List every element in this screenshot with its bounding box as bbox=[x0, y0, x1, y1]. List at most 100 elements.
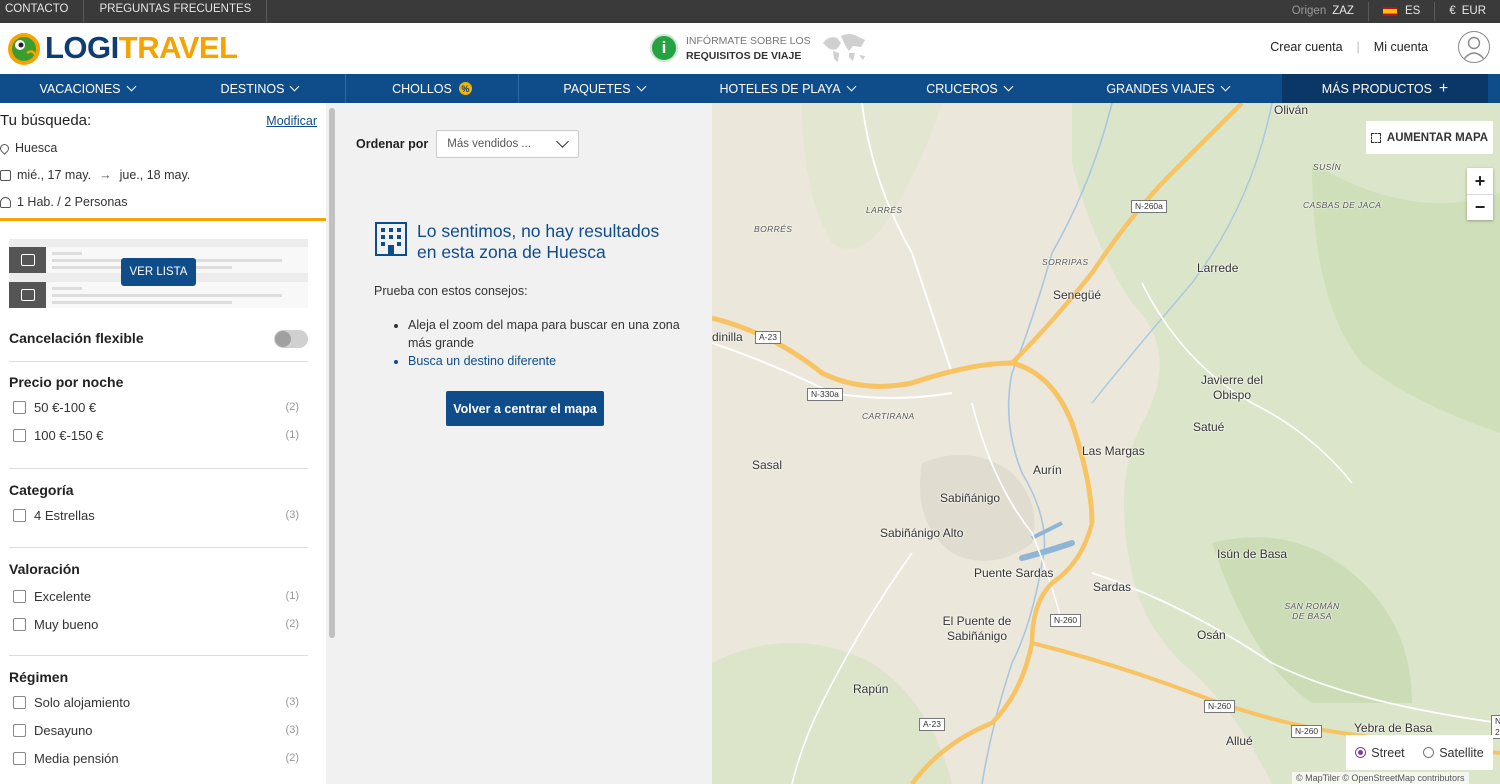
currency-selector[interactable]: € EUR bbox=[1434, 2, 1500, 21]
layer-street-label: Street bbox=[1371, 745, 1405, 760]
road-shield: N-260 bbox=[1050, 614, 1082, 627]
map-place-label: Satué bbox=[1193, 420, 1225, 434]
filter-option[interactable]: Media pensión (2) bbox=[9, 744, 308, 772]
travel-requirements-link[interactable]: i INFÓRMATE SOBRE LOS REQUISITOS DE VIAJ… bbox=[650, 28, 869, 68]
filter-option[interactable]: Solo alojamiento (3) bbox=[9, 688, 308, 716]
origin-selector[interactable]: Origen ZAZ bbox=[1278, 2, 1368, 21]
language-value: ES bbox=[1404, 5, 1421, 17]
price-filter-title: Precio por noche bbox=[9, 374, 124, 390]
checkbox[interactable] bbox=[13, 508, 26, 522]
map-place-label: dinilla bbox=[712, 330, 743, 344]
road-shield: N-260 bbox=[1204, 700, 1236, 713]
sort-select[interactable]: Más vendidos ... bbox=[436, 130, 580, 158]
checkbox[interactable] bbox=[13, 589, 26, 603]
create-account-link[interactable]: Crear cuenta bbox=[1270, 40, 1342, 54]
nav-grandes-viajes[interactable]: GRANDES VIAJES bbox=[1053, 74, 1282, 103]
dates-row: mié., 17 may. → jue., 18 may. bbox=[0, 168, 317, 182]
map-place-label: El Puente de Sabiñánigo bbox=[942, 614, 1012, 643]
contact-link[interactable]: CONTACTO bbox=[0, 0, 85, 23]
map-place-label: Yebra de Basa bbox=[1354, 721, 1433, 735]
nav-label: HOTELES DE PLAYA bbox=[719, 81, 841, 96]
map-place-label: Sardas bbox=[1093, 580, 1132, 594]
price-filter: Precio por noche 50 €-100 € (2) 100 €-150… bbox=[9, 374, 308, 449]
date-to: jue., 18 may. bbox=[119, 168, 191, 182]
map-place-label: Sabiñánigo bbox=[940, 491, 1001, 505]
tip-other-destination-link[interactable]: Busca un destino diferente bbox=[408, 352, 694, 370]
language-selector[interactable]: ES bbox=[1367, 2, 1434, 21]
chevron-down-icon bbox=[556, 135, 570, 148]
sidebar-scrollbar-thumb[interactable] bbox=[329, 108, 335, 638]
flexible-cancellation-filter: Cancelación flexible bbox=[9, 330, 308, 348]
filter-option[interactable]: Muy bueno (2) bbox=[9, 610, 308, 638]
results-map[interactable]: Oliván Larrede Senegüé Javierre del Obis… bbox=[712, 103, 1500, 784]
view-list-button[interactable]: VER LISTA bbox=[121, 258, 196, 286]
radio-selected[interactable] bbox=[1355, 747, 1367, 758]
nav-destinos[interactable]: DESTINOS bbox=[174, 74, 346, 103]
divider bbox=[9, 547, 308, 548]
sort-value: Más vendidos ... bbox=[447, 138, 531, 150]
nav-chollos[interactable]: CHOLLOS% bbox=[346, 74, 519, 103]
option-label: Desayuno bbox=[34, 722, 93, 738]
nav-hoteles-de-playa[interactable]: HOTELES DE PLAYA bbox=[689, 74, 885, 103]
chevron-down-icon bbox=[290, 81, 300, 92]
tips-list: Aleja el zoom del mapa para buscar en un… bbox=[408, 316, 694, 370]
checkbox[interactable] bbox=[13, 428, 26, 442]
nav-vacaciones[interactable]: VACACIONES bbox=[0, 74, 174, 103]
user-avatar-icon[interactable] bbox=[1458, 31, 1490, 63]
map-place-label: Sasal bbox=[752, 458, 783, 472]
building-icon bbox=[374, 221, 408, 257]
recenter-map-button[interactable]: Volver a centrar el mapa bbox=[446, 391, 604, 426]
checkbox[interactable] bbox=[13, 723, 26, 737]
checkbox[interactable] bbox=[13, 695, 26, 709]
filters-sidebar: Tu búsqueda: Modificar Huesca mié., 17 m… bbox=[0, 103, 326, 784]
filter-option[interactable]: 100 €-150 € (1) bbox=[9, 421, 308, 449]
modify-search-link[interactable]: Modificar bbox=[266, 114, 317, 128]
map-place-label: Senegüé bbox=[1053, 288, 1102, 302]
zoom-in-button[interactable]: + bbox=[1467, 168, 1493, 194]
divider bbox=[9, 361, 308, 362]
filter-option[interactable]: Desayuno (3) bbox=[9, 716, 308, 744]
radio[interactable] bbox=[1423, 747, 1435, 758]
option-count: (1) bbox=[285, 429, 299, 441]
nav-mas-productos[interactable]: MÁS PRODUCTOS + bbox=[1282, 74, 1488, 103]
guests-row: 1 Hab. / 2 Personas bbox=[0, 195, 317, 209]
logo-wordmark: LOGITRAVEL bbox=[45, 30, 238, 66]
faq-link[interactable]: PREGUNTAS FRECUENTES bbox=[84, 0, 268, 23]
option-count: (3) bbox=[285, 724, 299, 736]
map-place-label-small: BORRÉS bbox=[754, 224, 793, 234]
map-place-label-small: CASBAS DE JACA bbox=[1303, 200, 1382, 210]
my-account-link[interactable]: Mi cuenta bbox=[1374, 40, 1428, 54]
nav-label: CHOLLOS bbox=[392, 81, 452, 96]
logo-word-logi: LOGI bbox=[45, 30, 119, 65]
filter-option[interactable]: 50 €-100 € (2) bbox=[9, 393, 308, 421]
checkbox[interactable] bbox=[13, 751, 26, 765]
layer-street-option[interactable]: Street bbox=[1355, 745, 1405, 760]
logitravel-logo[interactable]: LOGITRAVEL bbox=[5, 28, 238, 68]
sort-control: Ordenar por Más vendidos ... bbox=[356, 130, 580, 158]
date-from: mié., 17 may. bbox=[17, 168, 92, 182]
map-place-label: Las Margas bbox=[1082, 444, 1145, 458]
flexible-cancellation-toggle[interactable] bbox=[274, 330, 308, 348]
zoom-out-button[interactable]: − bbox=[1467, 194, 1493, 220]
option-label: 100 €-150 € bbox=[34, 427, 104, 443]
divider bbox=[9, 655, 308, 656]
world-map-icon bbox=[822, 34, 865, 62]
no-results-title-line-2: en esta zona de Huesca bbox=[417, 242, 606, 262]
map-place-label: Aurín bbox=[1033, 463, 1062, 477]
layer-satellite-option[interactable]: Satellite bbox=[1423, 746, 1484, 760]
map-attribution[interactable]: © MapTiler © OpenStreetMap contributors bbox=[1292, 772, 1469, 784]
spain-flag-icon bbox=[1382, 7, 1397, 16]
map-place-label-small: SORRIPAS bbox=[1042, 257, 1089, 267]
map-place-label-small: SUSÍN bbox=[1313, 162, 1341, 172]
destination-value: Huesca bbox=[15, 141, 58, 155]
filter-option[interactable]: 4 Estrellas (3) bbox=[9, 501, 308, 529]
enlarge-map-button[interactable]: AUMENTAR MAPA bbox=[1366, 121, 1493, 154]
checkbox[interactable] bbox=[13, 400, 26, 414]
checkbox[interactable] bbox=[13, 617, 26, 631]
option-label: 50 €-100 € bbox=[34, 399, 97, 415]
filter-option[interactable]: Excelente (1) bbox=[9, 582, 308, 610]
nav-cruceros[interactable]: CRUCEROS bbox=[885, 74, 1053, 103]
list-view-preview[interactable]: VER LISTA bbox=[9, 239, 308, 308]
nav-paquetes[interactable]: PAQUETES bbox=[519, 74, 689, 103]
road-shield: N-260a bbox=[1131, 200, 1167, 213]
